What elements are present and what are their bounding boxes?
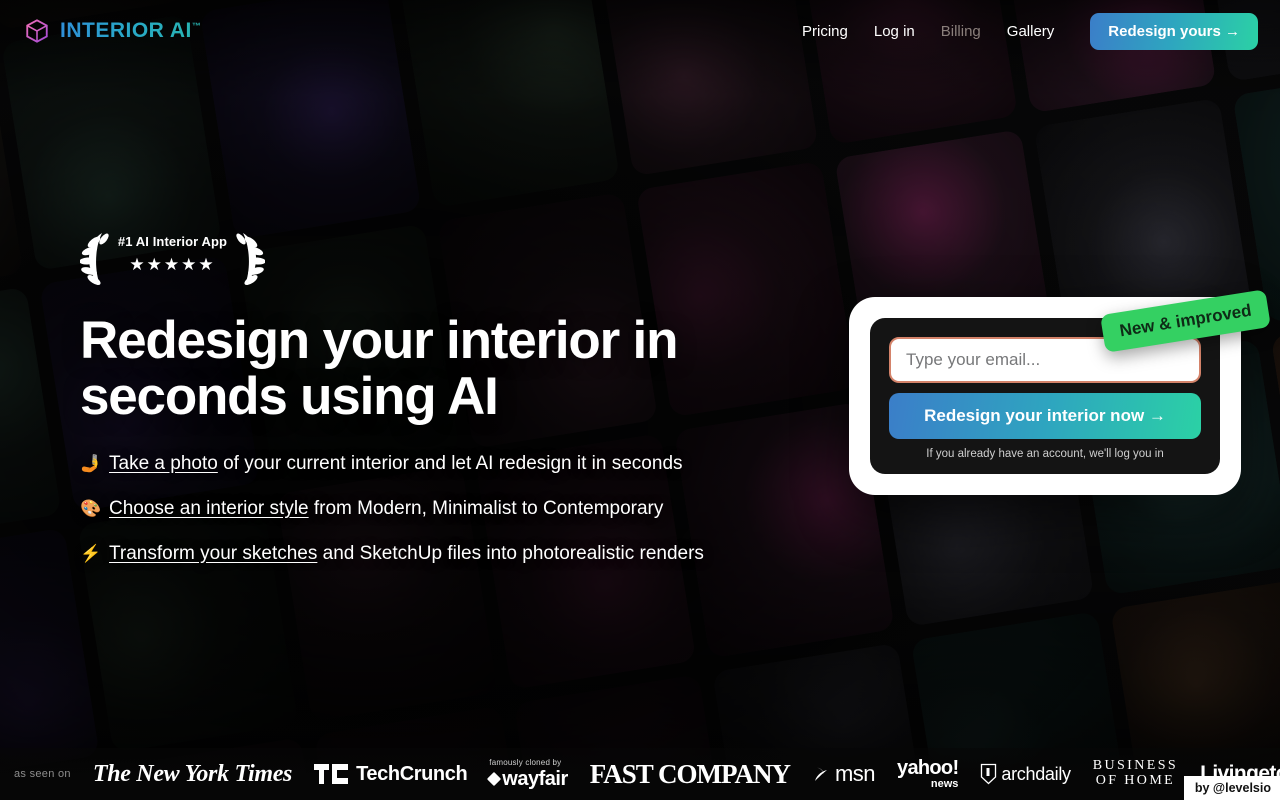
logo-msn-text: msn [834,761,876,786]
list-item: 🤳 Take a photo of your current interior … [80,451,800,477]
archdaily-mark-icon [981,763,997,785]
feature-text: Choose an interior style from Modern, Mi… [109,496,663,522]
nav-item-billing[interactable]: Billing [941,23,981,40]
logo-archdaily-text: archdaily [1001,763,1071,784]
brand-name-text: INTERIOR AI [60,19,192,42]
logo-business-of-home: BUSINESS OF HOME [1093,759,1178,788]
feature-text: Take a photo of your current interior an… [109,451,683,477]
main-navigation: Pricing Log in Billing Gallery Redesign … [802,12,1258,50]
logo-yahoo-news: yahoo! news [897,757,959,790]
feature-rest: from Modern, Minimalist to Contemporary [308,497,664,519]
brand-trademark: ™ [191,21,202,31]
logo-techcrunch: TechCrunch [314,762,468,786]
lightning-bolt-icon: ⚡ [80,543,102,563]
page-title: Redesign your interior in seconds using … [80,311,678,427]
levelsio-credit[interactable]: by @levelsio [1183,776,1280,800]
hero-section: #1 AI Interior App ★★★★★ Redesign your i… [80,225,800,585]
feature-list: 🤳 Take a photo of your current interior … [80,451,800,566]
feature-link[interactable]: Choose an interior style [109,498,309,519]
award-label: #1 AI Interior App [117,234,228,249]
logo-new-york-times: The New York Times [92,760,293,787]
award-badge: #1 AI Interior App ★★★★★ [80,225,265,291]
wayfair-tagline: famously cloned by [489,758,562,767]
interior-ai-landing-page: INTERIOR AI™ Pricing Log in Billing Gall… [0,0,1280,800]
feature-rest: and SketchUp files into photorealistic r… [317,542,704,564]
logo-boh-line2: OF HOME [1095,773,1176,788]
msn-butterfly-icon [814,767,827,781]
techcrunch-mark-icon [314,764,349,784]
submit-redesign-button[interactable]: Redesign your interior now → [889,393,1201,439]
list-item: 🎨 Choose an interior style from Modern, … [80,496,800,522]
logo-boh-line1: BUSINESS [1092,758,1179,774]
as-seen-on-label: as seen on [14,768,71,780]
logo-yahoo-sub: news [930,778,959,790]
nav-item-gallery[interactable]: Gallery [1007,23,1055,40]
brand-logo[interactable]: INTERIOR AI™ [24,18,201,44]
feature-text: Transform your sketches and SketchUp fil… [109,541,704,567]
wayfair-diamond-icon [487,771,502,787]
redesign-yours-button[interactable]: Redesign yours → [1090,12,1258,50]
award-stars: ★★★★★ [129,255,216,274]
site-header: INTERIOR AI™ Pricing Log in Billing Gall… [0,0,1280,62]
logo-archdaily: archdaily [980,763,1071,785]
logo-yahoo-text: yahoo! [897,757,959,779]
login-note: If you already have an account, we'll lo… [926,448,1164,460]
logo-msn: msn [812,761,876,787]
nav-item-pricing[interactable]: Pricing [802,23,848,40]
feature-link[interactable]: Transform your sketches [109,543,317,564]
selfie-camera-icon: 🤳 [80,454,102,474]
press-logo-bar: as seen on The New York Times TechCrunch… [0,748,1280,800]
signup-card-wrapper: Redesign your interior now → If you alre… [849,289,1271,495]
list-item: ⚡ Transform your sketches and SketchUp f… [80,541,800,567]
brand-name: INTERIOR AI™ [60,19,201,43]
logo-techcrunch-text: TechCrunch [356,762,468,785]
logo-wayfair: famously cloned by wayfair [487,758,568,789]
nav-item-login[interactable]: Log in [874,23,915,40]
feature-link[interactable]: Take a photo [109,453,218,474]
palette-icon: 🎨 [80,498,102,518]
feature-rest: of your current interior and let AI rede… [217,453,683,475]
cube-icon [26,19,48,43]
logo-wayfair-text: wayfair [487,769,568,789]
logo-fast-company: FAST COMPANY [589,758,791,789]
